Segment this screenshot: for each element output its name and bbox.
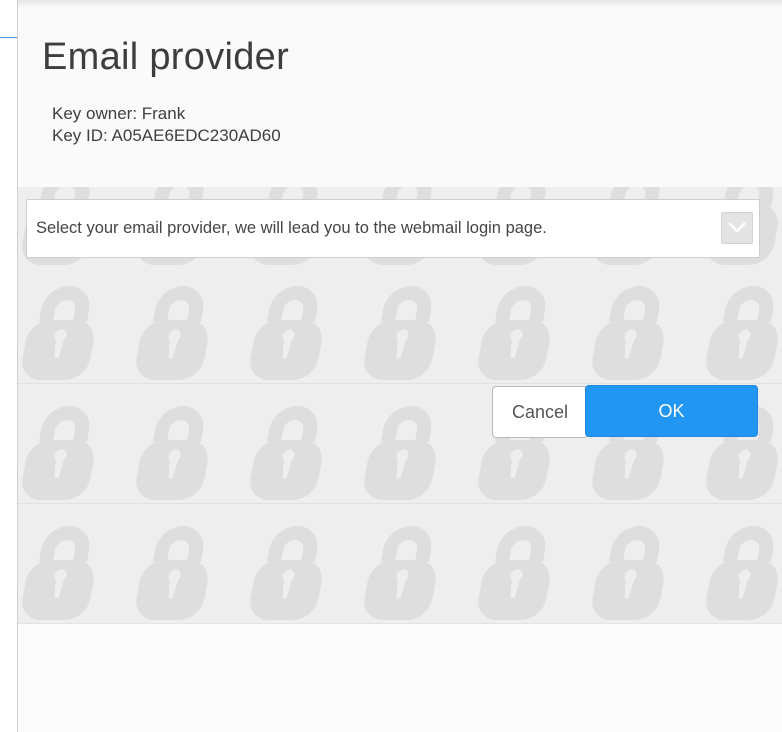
pattern-divider [18,503,782,504]
cancel-button[interactable]: Cancel [492,386,588,438]
email-provider-select[interactable]: Select your email provider, we will lead… [26,199,760,258]
padlock-icon [364,286,436,380]
pattern-divider [18,383,782,384]
padlock-icon [478,286,550,380]
padlock-icon [136,526,208,620]
dialog-title: Email provider [42,36,290,78]
padlock-icon [136,286,208,380]
dialog-footer [18,623,782,732]
dialog-top-shadow [18,0,782,8]
padlock-icon [22,526,94,620]
dialog-header: Email provider Key owner: Frank Key ID: … [18,0,782,187]
ok-button[interactable]: OK [585,385,758,437]
key-info: Key owner: Frank Key ID: A05AE6EDC230AD6… [52,103,281,147]
padlock-icon [22,406,94,500]
key-owner-text: Key owner: Frank [52,104,186,123]
email-provider-dialog: ✕ Email provider Key owner: Frank Key ID… [17,0,782,732]
padlock-icon [250,286,322,380]
padlock-icon [478,526,550,620]
page-top-divider [0,37,18,38]
padlock-icon [592,526,664,620]
chevron-down-icon [728,222,746,233]
padlock-icon [250,406,322,500]
padlock-icon [364,526,436,620]
padlock-icon [706,286,778,380]
email-provider-select-placeholder: Select your email provider, we will lead… [36,219,547,237]
padlock-icon [706,526,778,620]
padlock-icon [250,526,322,620]
select-dropdown-button[interactable] [721,212,753,244]
padlock-icon [22,286,94,380]
padlock-icon [592,286,664,380]
padlock-icon [364,406,436,500]
padlock-icon [136,406,208,500]
key-id-text: Key ID: A05AE6EDC230AD60 [52,126,281,145]
